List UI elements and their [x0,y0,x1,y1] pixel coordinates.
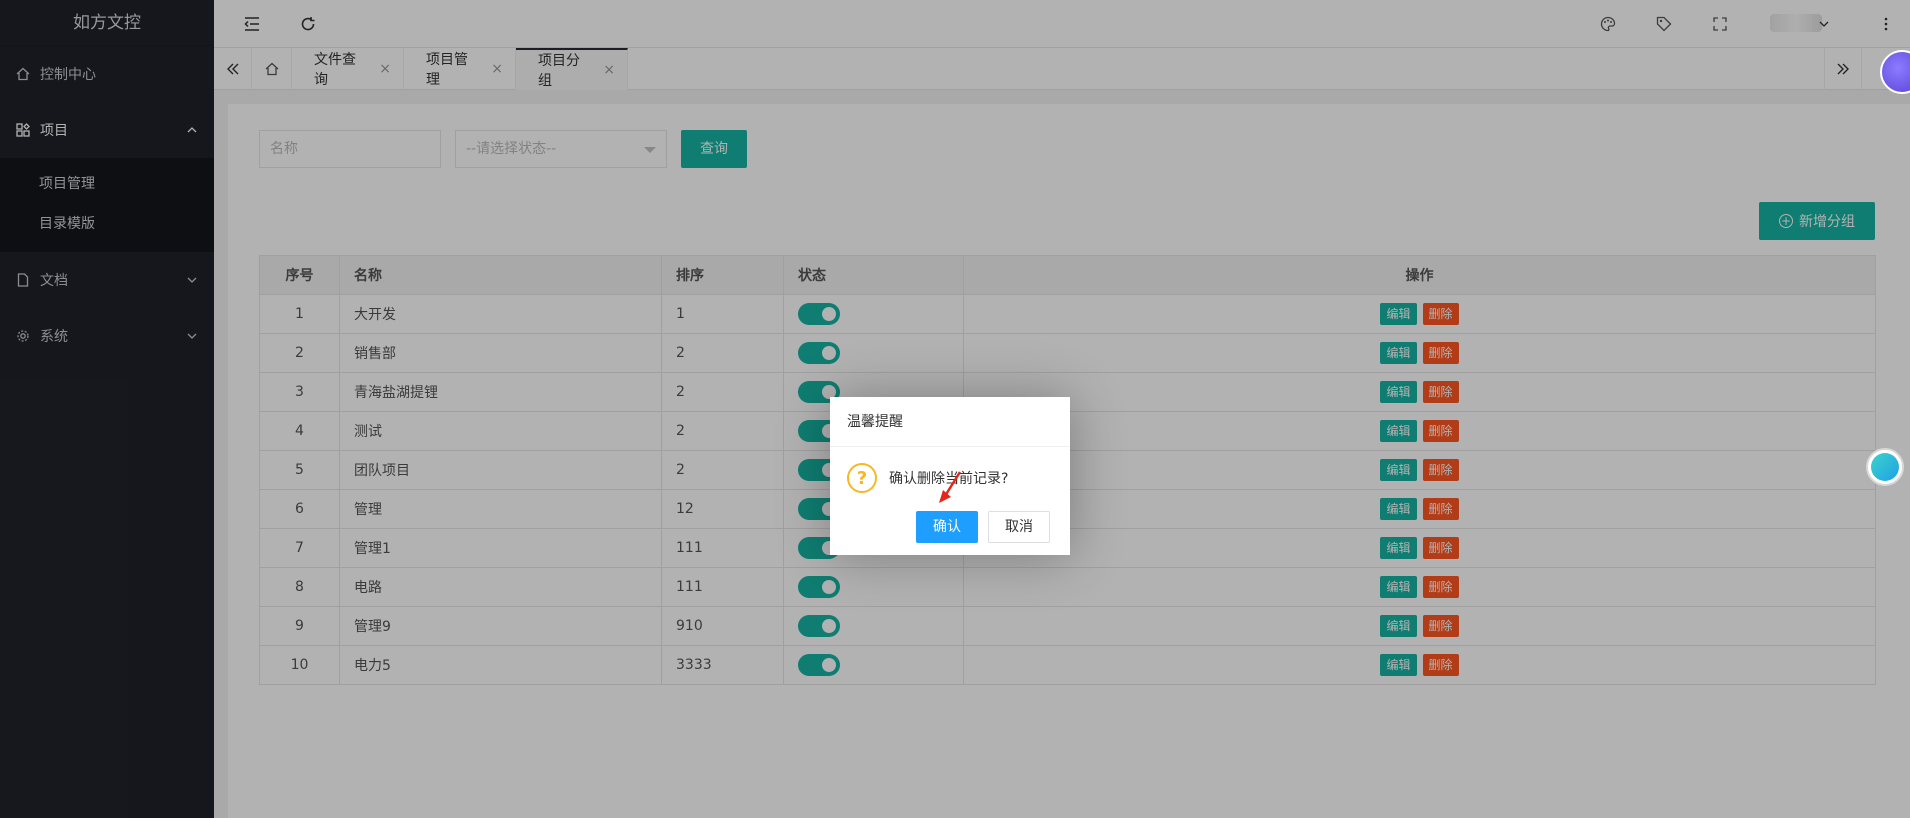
helper-float-icon[interactable] [1866,448,1904,486]
helper-logo-icon [1871,453,1899,481]
dialog-title: 温馨提醒 [830,397,1070,447]
cancel-button[interactable]: 取消 [988,511,1050,543]
question-icon: ? [847,463,877,493]
pointer-arrow-icon [939,471,962,503]
confirm-button[interactable]: 确认 [916,511,978,543]
dialog-body: ? 确认删除当前记录? [847,463,1008,493]
